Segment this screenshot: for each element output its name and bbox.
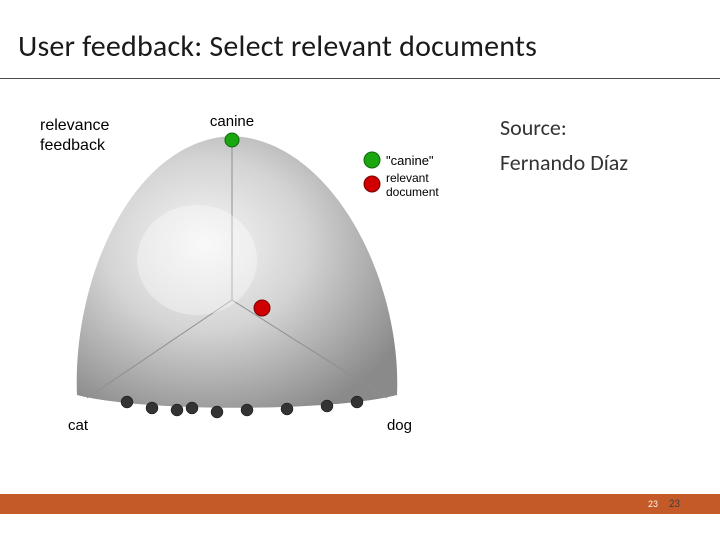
title-area: User feedback: Select relevant documents: [18, 28, 702, 65]
source-name: Fernando Díaz: [500, 145, 700, 180]
slide: User feedback: Select relevant documents…: [0, 0, 720, 540]
sphere-svg: relevance feedback canine cat dog: [32, 100, 492, 450]
page-number: 23: [669, 497, 680, 510]
figure-heading-line1: relevance: [40, 117, 109, 134]
legend-query-label: "canine": [386, 153, 434, 168]
sphere-highlight: [137, 205, 257, 315]
relevant-point: [254, 300, 270, 316]
figure-sphere-diagram: relevance feedback canine cat dog: [32, 100, 492, 450]
legend-relevant-label-1: relevant: [386, 171, 429, 185]
title-underline: [0, 78, 720, 79]
axis-label-cat: cat: [68, 417, 89, 434]
query-point: [225, 133, 239, 147]
legend-relevant-dot: [364, 176, 380, 192]
figure-heading-line2: feedback: [40, 137, 106, 154]
slide-title: User feedback: Select relevant documents: [18, 28, 702, 65]
footer-bar: [0, 494, 720, 514]
axis-label-canine: canine: [210, 113, 254, 130]
source-block: Source: Fernando Díaz: [500, 110, 700, 180]
axis-label-dog: dog: [387, 417, 412, 434]
legend: "canine" relevant document: [364, 152, 439, 199]
page-number-in-bar: 23: [648, 497, 658, 510]
source-label: Source:: [500, 110, 700, 145]
legend-query-dot: [364, 152, 380, 168]
legend-relevant-label-2: document: [386, 185, 439, 199]
